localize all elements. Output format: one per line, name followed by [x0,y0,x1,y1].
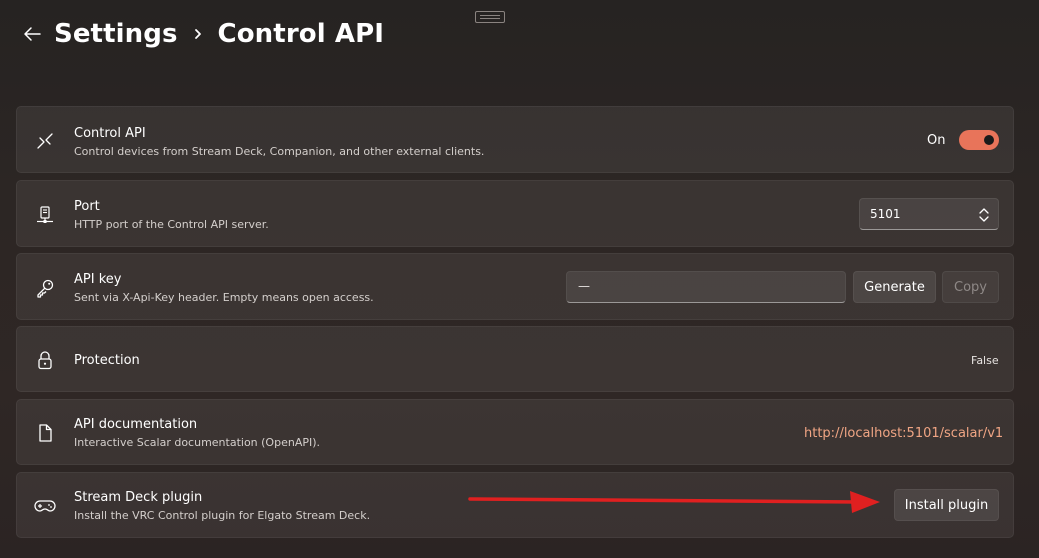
protection-title: Protection [74,353,140,368]
control-api-toggle[interactable] [959,130,999,150]
breadcrumb-settings[interactable]: Settings [54,19,178,49]
back-arrow-icon [24,27,41,41]
control-api-title: Control API [74,126,146,141]
server-icon [33,203,57,227]
port-description: HTTP port of the Control API server. [74,218,269,231]
control-api-icon [33,129,57,153]
stream-deck-title: Stream Deck plugin [74,490,203,505]
gamepad-icon [33,494,57,518]
control-api-card: Control API Control devices from Stream … [16,106,1014,173]
port-card: Port HTTP port of the Control API server… [16,180,1014,247]
lock-icon [33,348,57,372]
api-key-input[interactable]: — [566,271,846,303]
window-drag-handle[interactable] [475,11,505,23]
breadcrumb-chevron-icon [178,27,218,41]
page-title: Control API [217,19,385,49]
copy-button[interactable]: Copy [942,271,999,303]
protection-value: False [971,354,999,367]
api-documentation-link[interactable]: http://localhost:5101/scalar/v1 [804,426,1003,441]
up-down-chevron-icon[interactable] [978,206,990,224]
api-documentation-description: Interactive Scalar documentation (OpenAP… [74,436,321,449]
annotation-arrow-icon [468,491,880,513]
port-number-input[interactable]: 5101 [859,198,999,230]
control-api-toggle-label: On [927,133,946,148]
generate-button[interactable]: Generate [853,271,936,303]
page-header: Settings Control API [20,14,384,54]
api-documentation-card: API documentation Interactive Scalar doc… [16,399,1014,465]
back-button[interactable] [20,22,44,46]
api-key-description: Sent via X-Api-Key header. Empty means o… [74,291,374,304]
api-documentation-title: API documentation [74,417,198,432]
control-api-description: Control devices from Stream Deck, Compan… [74,145,485,158]
api-key-value: — [578,279,590,293]
stream-deck-description: Install the VRC Control plugin for Elgat… [74,509,371,522]
api-key-title: API key [74,272,122,287]
api-key-card: API key Sent via X-Api-Key header. Empty… [16,253,1014,320]
key-icon [33,276,57,300]
toggle-knob [984,135,994,145]
protection-card: Protection False [16,326,1014,392]
document-icon [33,421,57,445]
port-title: Port [74,199,100,214]
port-value: 5101 [870,207,901,221]
install-plugin-button[interactable]: Install plugin [894,489,999,521]
